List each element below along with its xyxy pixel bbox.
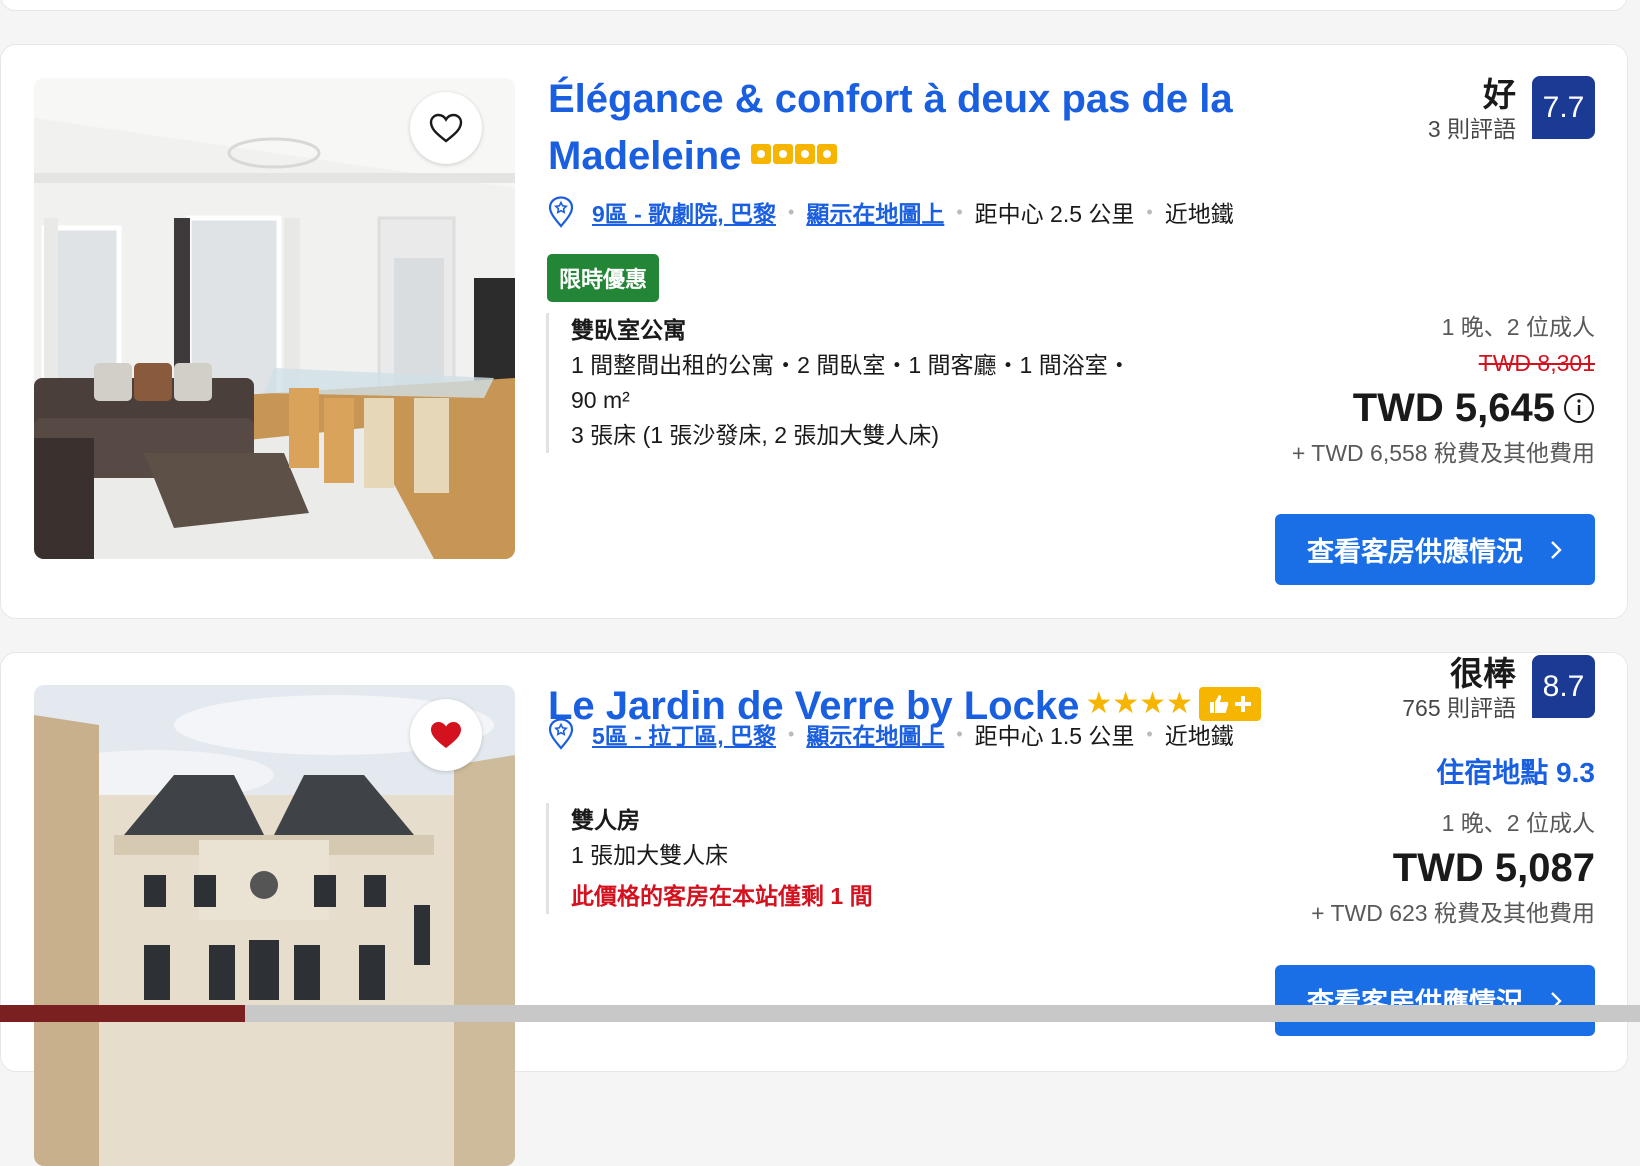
original-price: TWD 8,301 <box>1478 350 1595 376</box>
price-block: 1 晚、2 位成人 TWD 5,087 + TWD 623 稅費及其他費用 <box>1311 805 1595 931</box>
property-photo[interactable] <box>34 685 515 1166</box>
bed-info: 1 張加大雙人床 <box>571 842 729 868</box>
heart-filled-icon <box>429 720 463 750</box>
nights-guests: 1 晚、2 位成人 <box>1441 314 1595 340</box>
district-link[interactable]: 5區 - 拉丁區, 巴黎 <box>592 717 776 751</box>
heart-outline-icon <box>429 113 463 143</box>
rating-square-icon <box>751 144 772 165</box>
distance-text: 距中心 2.5 公里 <box>974 201 1135 227</box>
review-score[interactable]: 好 3 則評語 7.7 <box>1428 76 1595 144</box>
current-price-row: TWD 5,645 <box>1292 381 1595 435</box>
button-label: 查看客房供應情況 <box>1307 537 1523 567</box>
score-badge: 8.7 <box>1532 655 1595 718</box>
review-count: 765 則評語 <box>1402 695 1516 721</box>
save-favorite-button[interactable] <box>410 92 482 164</box>
nights-guests: 1 晚、2 位成人 <box>1441 810 1595 836</box>
location-score[interactable]: 住宿地點 9.3 <box>1436 751 1595 791</box>
property-card: Élégance & confort à deux pas de la Made… <box>0 44 1628 619</box>
chevron-right-icon <box>1549 539 1563 561</box>
separator: • <box>956 723 963 744</box>
save-favorite-button[interactable] <box>410 699 482 771</box>
property-title-link[interactable]: Élégance & confort à deux pas de la Made… <box>548 77 1233 178</box>
room-description: 1 間整間出租的公寓・2 間臥室・1 間客廳・1 間浴室・ <box>571 352 1131 378</box>
rating-square-icon <box>773 144 794 165</box>
current-price: TWD 5,645 <box>1352 386 1555 430</box>
property-photo[interactable] <box>34 78 515 559</box>
star-rating <box>751 144 838 165</box>
separator: • <box>1146 201 1153 222</box>
separator: • <box>956 201 963 222</box>
current-price: TWD 5,087 <box>1392 846 1595 890</box>
current-price-row: TWD 5,087 <box>1311 841 1595 895</box>
review-score[interactable]: 很棒 765 則評語 8.7 <box>1402 655 1595 723</box>
plus-icon <box>1234 696 1251 713</box>
room-name: 雙人房 <box>571 807 640 833</box>
separator: • <box>788 201 795 222</box>
horizontal-scrollbar[interactable] <box>0 1005 1640 1022</box>
room-info: 雙人房 1 張加大雙人床 此價格的客房在本站僅剩 1 間 <box>546 803 1171 914</box>
map-pin-icon <box>548 718 574 750</box>
show-on-map-link[interactable]: 顯示在地圖上 <box>806 717 944 751</box>
map-pin-icon <box>548 196 574 228</box>
rating-square-icon <box>795 144 816 165</box>
room-name: 雙臥室公寓 <box>571 317 686 343</box>
info-icon[interactable] <box>1563 392 1595 424</box>
scarcity-message: 此價格的客房在本站僅剩 1 間 <box>571 883 873 909</box>
property-title[interactable]: Élégance & confort à deux pas de la Made… <box>548 71 1268 185</box>
room-info: 雙臥室公寓 1 間整間出租的公寓・2 間臥室・1 間客廳・1 間浴室・ 90 m… <box>546 313 1151 453</box>
see-availability-button[interactable]: 查看客房供應情況 <box>1275 965 1595 1036</box>
district-link[interactable]: 9區 - 歌劇院, 巴黎 <box>592 195 776 229</box>
previous-listing-card <box>0 0 1628 11</box>
scrollbar-thumb[interactable] <box>0 1005 245 1022</box>
rating-word: 好 <box>1483 76 1516 113</box>
bed-info: 3 張床 (1 張沙發床, 2 張加大雙人床) <box>571 422 940 448</box>
separator: • <box>1146 723 1153 744</box>
room-size: 90 m² <box>571 387 630 413</box>
transit-text: 近地鐵 <box>1164 201 1234 227</box>
location-row: 5區 - 拉丁區, 巴黎 • 顯示在地圖上 • 距中心 1.5 公里 • 近地鐵 <box>548 717 1234 751</box>
taxes-fees: + TWD 623 稅費及其他費用 <box>1311 900 1595 926</box>
taxes-fees: + TWD 6,558 稅費及其他費用 <box>1291 440 1595 466</box>
rating-square-icon <box>817 144 838 165</box>
thumbs-up-icon <box>1209 695 1229 714</box>
deal-badge: 限時優惠 <box>547 254 660 302</box>
review-count: 3 則評語 <box>1427 116 1516 142</box>
price-block: 1 晚、2 位成人 TWD 8,301 TWD 5,645 + TWD 6,55… <box>1292 309 1595 471</box>
separator: • <box>788 723 795 744</box>
score-badge: 7.7 <box>1532 76 1595 139</box>
location-row: 9區 - 歌劇院, 巴黎 • 顯示在地圖上 • 距中心 2.5 公里 • 近地鐵 <box>548 195 1234 229</box>
distance-text: 距中心 1.5 公里 <box>974 723 1135 749</box>
see-availability-button[interactable]: 查看客房供應情況 <box>1275 514 1595 585</box>
transit-text: 近地鐵 <box>1164 723 1234 749</box>
show-on-map-link[interactable]: 顯示在地圖上 <box>806 195 944 229</box>
rating-word: 很棒 <box>1450 655 1516 692</box>
